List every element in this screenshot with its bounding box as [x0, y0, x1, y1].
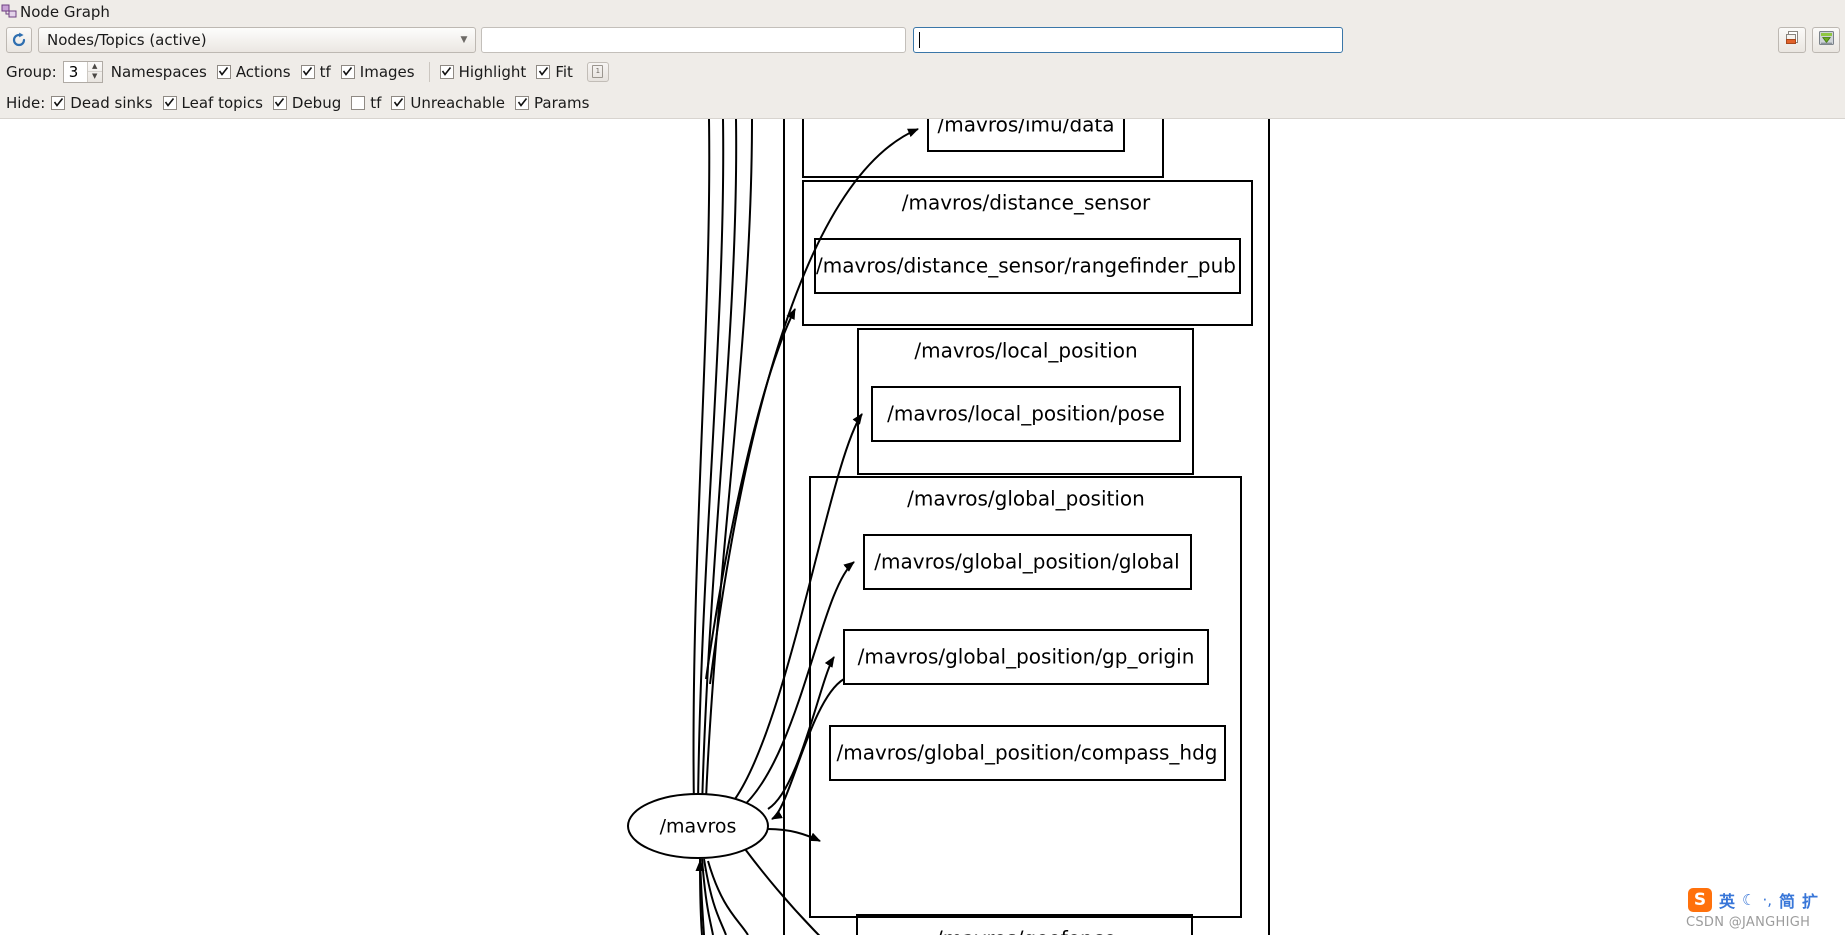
topic-filter-input[interactable]	[481, 27, 906, 53]
tf-checkbox[interactable]: tf	[300, 62, 331, 81]
hide-params-checkbox[interactable]: Params	[515, 94, 589, 112]
hide-leaf-topics-label: Leaf topics	[181, 93, 263, 112]
cluster-mavros-imu[interactable]: /mavros/imu/data	[802, 119, 1164, 178]
edge-bundle-4	[705, 119, 753, 800]
checkbox-box	[351, 95, 366, 110]
spinner-down-icon[interactable]: ▼	[88, 72, 102, 82]
spinner-up-icon[interactable]: ▲	[87, 62, 102, 72]
fit-checkbox[interactable]: Fit	[536, 63, 573, 81]
hide-unreachable-checkbox[interactable]: Unreachable	[391, 94, 505, 112]
checkbox-box	[439, 64, 454, 79]
edge-to-compass-hdg	[767, 828, 821, 842]
highlight-checkbox[interactable]: Highlight	[439, 62, 527, 81]
hide-params-label: Params	[534, 93, 590, 112]
text-caret	[919, 32, 920, 48]
chevron-down-icon: ▼	[460, 34, 468, 45]
cluster-mavros-global-position[interactable]: /mavros/global_position /mavros/global_p…	[809, 476, 1242, 918]
graph-options-row: Group: 3 ▲ ▼ Namespaces Actions tf Image…	[0, 56, 1845, 87]
actions-label: Actions	[235, 62, 291, 81]
checkbox-box	[515, 95, 530, 110]
graph-canvas[interactable]: /mavros/imu/data /mavros/distance_sensor…	[0, 118, 1845, 935]
save-as-image-button[interactable]	[1812, 27, 1840, 53]
window-titlebar: Node Graph	[0, 0, 1845, 24]
refresh-button[interactable]	[6, 27, 32, 53]
cluster-mavros-local-position[interactable]: /mavros/local_position /mavros/local_pos…	[857, 328, 1194, 475]
group-value: 3	[68, 62, 79, 81]
hide-tf-checkbox[interactable]: tf	[351, 94, 381, 112]
graph-svg: /mavros/imu/data /mavros/distance_sensor…	[627, 119, 1270, 935]
graph-toolbar: Nodes/Topics (active) ▼	[0, 24, 1845, 56]
edge-down-4	[707, 860, 749, 935]
hide-dead-sinks-checkbox[interactable]: Dead sinks	[51, 93, 153, 112]
toolbar-separator	[428, 61, 430, 82]
checkbox-box	[272, 95, 287, 110]
tf-label: tf	[319, 62, 331, 81]
cluster-label: /mavros/distance_sensor	[902, 191, 1151, 215]
checkbox-box	[162, 95, 177, 110]
copy-icon	[1784, 30, 1801, 51]
node-label: /mavros	[660, 816, 737, 838]
window-title: Node Graph	[20, 3, 110, 21]
zoom-level-glyph: 1	[592, 65, 604, 78]
zoom-reset-button[interactable]: 1	[586, 61, 609, 82]
hide-dead-sinks-label: Dead sinks	[70, 93, 153, 112]
topic-label: /mavros/distance_sensor/rangefinder_pub	[816, 254, 1236, 278]
graph-type-select[interactable]: Nodes/Topics (active) ▼	[38, 27, 476, 53]
topic-label: /mavros/global_position/gp_origin	[858, 645, 1195, 669]
topic-label: /mavros/local_position/pose	[887, 402, 1165, 426]
actions-checkbox[interactable]: Actions	[216, 62, 291, 81]
checkbox-box	[300, 64, 315, 79]
checkbox-box	[216, 64, 231, 79]
graph-hide-row: Hide: Dead sinks Leaf topics Debug tf Un…	[0, 87, 1845, 118]
topic-label: /mavros/global_position/global	[874, 550, 1179, 574]
topic-label: /mavros/global_position/compass_hdg	[836, 741, 1217, 765]
group-label: Group:	[6, 62, 57, 81]
graph-type-value: Nodes/Topics (active)	[47, 31, 207, 49]
hide-debug-checkbox[interactable]: Debug	[272, 93, 342, 112]
cluster-label: /mavros/local_position	[914, 339, 1137, 363]
fit-label: Fit	[555, 62, 573, 81]
group-spinbox[interactable]: 3 ▲ ▼	[62, 60, 103, 83]
namespaces-label: Namespaces	[110, 62, 207, 81]
hide-tf-label: tf	[370, 93, 382, 112]
cluster-label: /mavros/geofence	[936, 927, 1116, 935]
edge-to-gp-origin	[767, 656, 835, 810]
group-spinner-buttons[interactable]: ▲ ▼	[86, 61, 102, 82]
highlight-label: Highlight	[458, 62, 527, 81]
hide-label: Hide:	[6, 93, 46, 112]
cluster-label: /mavros/global_position	[907, 487, 1145, 511]
hide-unreachable-label: Unreachable	[410, 93, 506, 112]
checkbox-box	[391, 95, 406, 110]
save-image-icon	[1818, 30, 1835, 51]
images-label: Images	[359, 62, 415, 81]
node-graph-icon	[1, 4, 17, 20]
node-graph-window: Node Graph Nodes/Topics (active) ▼ Group…	[0, 0, 1845, 935]
refresh-icon	[11, 32, 27, 48]
node-filter-input[interactable]	[913, 27, 1343, 53]
checkbox-box	[51, 95, 66, 110]
copy-to-clipboard-button[interactable]	[1778, 27, 1806, 53]
images-checkbox[interactable]: Images	[340, 62, 415, 81]
cluster-mavros-distance-sensor[interactable]: /mavros/distance_sensor /mavros/distance…	[802, 180, 1253, 326]
hide-leaf-topics-checkbox[interactable]: Leaf topics	[162, 93, 263, 112]
node-mavros[interactable]: /mavros	[627, 793, 769, 859]
topic-label: /mavros/imu/data	[938, 119, 1115, 137]
checkbox-box	[340, 64, 355, 79]
checkbox-box	[536, 64, 551, 79]
hide-debug-label: Debug	[291, 93, 342, 112]
